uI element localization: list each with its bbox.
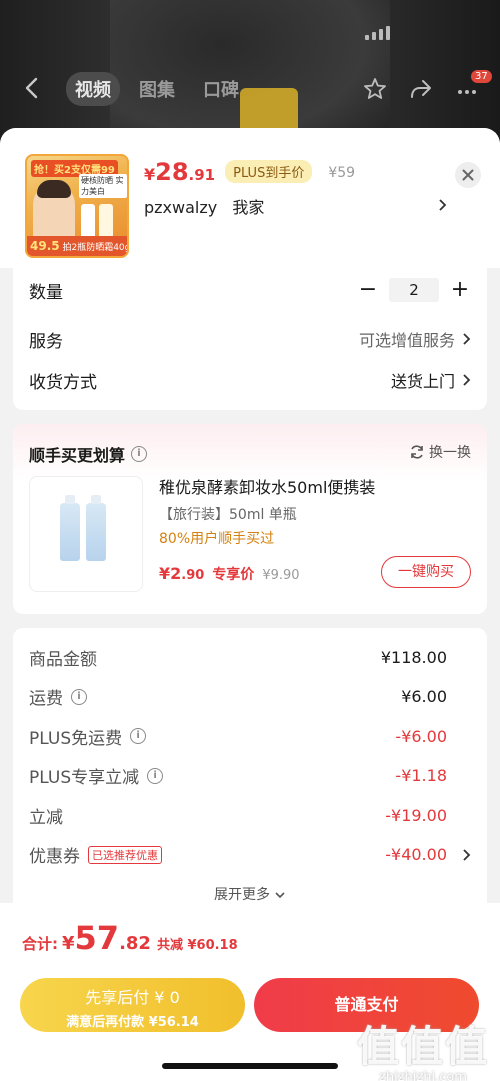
back-arrow-icon[interactable] — [22, 76, 42, 100]
tab-video[interactable]: 视频 — [66, 72, 120, 106]
summary-row: PLUS专享立减 i -¥1.18 — [29, 764, 471, 788]
summary-row: 运费 i ¥6.00 — [29, 685, 471, 709]
summary-value: -¥6.00 — [395, 726, 447, 746]
signal-icon — [365, 26, 390, 40]
total-saved: 共减 ¥60.18 — [156, 938, 238, 953]
bottle-shape — [60, 495, 80, 561]
thumb-feature: 硬核防晒 实力美白 — [79, 174, 127, 198]
price-integer: 28 — [155, 158, 189, 186]
summary-row: 立减 -¥19.00 — [29, 803, 471, 828]
add-on-product-name[interactable]: 稚优泉酵素卸妆水50ml便携装 — [159, 474, 375, 498]
summary-label: 运费 — [29, 689, 63, 709]
tab-gallery[interactable]: 图集 — [130, 72, 184, 106]
summary-value: -¥19.00 — [385, 805, 447, 825]
close-icon[interactable] — [455, 162, 481, 188]
delivery-row[interactable]: 收货方式 送货上门 — [29, 368, 471, 393]
checkout-bar: 合计: ¥ 57 .82 共减 ¥60.18 先享后付 ¥ 0 满意后再付款 ¥… — [0, 903, 500, 1081]
product-thumbnail[interactable]: 抢！买2支仅需99 硬核防晒 实力美白 49.5 拍2瓶防晒霜40g — [25, 154, 129, 258]
shop-suffix: 我家 — [232, 198, 265, 217]
thumb-bottom-banner: 49.5 拍2瓶防晒霜40g — [27, 236, 127, 256]
original-price: ¥59 — [328, 165, 356, 181]
star-icon[interactable] — [362, 76, 388, 102]
product-header: 抢！买2支仅需99 硬核防晒 实力美白 49.5 拍2瓶防晒霜40g ¥ 28 … — [0, 128, 500, 268]
summary-value: ¥118.00 — [380, 647, 447, 667]
share-icon[interactable] — [408, 76, 434, 102]
quantity-stepper: − 2 + — [357, 278, 471, 302]
thumb-person — [33, 180, 75, 242]
options-card: 数量 − 2 + 服务 可选增值服务 收货方式 送货上门 — [13, 268, 487, 410]
add-on-product-image[interactable] — [29, 476, 143, 592]
chevron-right-icon — [439, 199, 447, 211]
summary-row[interactable]: 优惠券 已选推荐优惠 -¥40.00 — [29, 843, 471, 867]
summary-label: 立减 — [29, 807, 63, 828]
shop-name: pzxwalzy — [144, 198, 218, 217]
info-icon[interactable]: i — [130, 728, 147, 744]
add-on-old-price: ¥9.90 — [262, 568, 300, 583]
coupon-tag: 已选推荐优惠 — [88, 845, 162, 864]
summary-value: ¥6.00 — [401, 687, 447, 706]
add-on-note: 80%用户顺手买过 — [159, 531, 275, 547]
summary-value: -¥1.18 — [395, 766, 447, 785]
quantity-input[interactable]: 2 — [389, 278, 439, 302]
pay-later-button[interactable]: 先享后付 ¥ 0 满意后再付款 ¥56.14 — [20, 978, 245, 1032]
add-on-card: 顺手买更划算 i 换一换 稚优泉酵素卸妆水50ml便携装 【旅行装】50ml 单… — [13, 424, 487, 614]
info-icon[interactable]: i — [71, 688, 87, 705]
thumb-tube — [99, 204, 113, 238]
expand-more-button[interactable]: 展开更多 — [13, 884, 487, 904]
summary-label: PLUS专享立减 — [29, 768, 140, 788]
summary-label: 商品金额 — [29, 649, 97, 670]
chevron-right-icon — [463, 333, 471, 345]
price-summary-card: 商品金额 ¥118.00 运费 i ¥6.00 PLUS免运费 i -¥6.00 PLUS专享立… — [13, 628, 487, 918]
service-row[interactable]: 服务 可选增值服务 — [29, 327, 471, 352]
tab-reviews[interactable]: 口碑 — [194, 72, 248, 106]
shop-row[interactable]: pzxwalzy 我家 — [144, 194, 264, 218]
decrease-button[interactable]: − — [357, 279, 379, 301]
price-decimal: .91 — [188, 166, 216, 184]
increase-button[interactable]: + — [449, 279, 471, 301]
service-label: 服务 — [29, 331, 63, 352]
home-indicator[interactable] — [162, 1063, 338, 1069]
more-badge: 37 — [471, 70, 492, 83]
summary-row: PLUS免运费 i -¥6.00 — [29, 724, 471, 749]
info-icon[interactable]: i — [131, 446, 148, 462]
summary-row: 商品金额 ¥118.00 — [29, 645, 471, 670]
watermark: 值值值 zhizhizhi.com — [356, 1022, 489, 1081]
plus-price-tag: PLUS到手价 — [225, 160, 313, 183]
add-on-price: ¥2.90 专享价 ¥9.90 — [159, 564, 300, 583]
quantity-row: 数量 − 2 + — [29, 278, 471, 303]
summary-label: PLUS免运费 — [29, 728, 123, 749]
price-row: ¥ 28 .91 PLUS到手价 ¥59 — [144, 158, 356, 186]
delivery-value: 送货上门 — [390, 372, 455, 391]
chevron-right-icon — [463, 374, 471, 386]
summary-value: -¥40.00 — [385, 845, 447, 864]
delivery-label: 收货方式 — [29, 372, 97, 393]
chevron-right-icon — [463, 848, 471, 861]
thumb-tube — [81, 204, 95, 238]
add-on-title: 顺手买更划算 i — [29, 442, 148, 466]
service-value: 可选增值服务 — [358, 331, 455, 350]
exclusive-price-label: 专享价 — [212, 567, 255, 583]
swap-button[interactable]: 换一换 — [409, 442, 471, 462]
total-price: 合计: ¥ 57 .82 共减 ¥60.18 — [22, 919, 238, 957]
chevron-down-icon — [275, 892, 285, 899]
one-click-buy-button[interactable]: 一键购买 — [381, 556, 471, 588]
refresh-icon — [411, 445, 423, 459]
media-tabs: 视频 图集 口碑 — [66, 72, 248, 106]
quantity-label: 数量 — [29, 282, 63, 303]
bottle-shape — [86, 495, 106, 561]
top-navbar: 视频 图集 口碑 37 — [0, 70, 500, 106]
summary-label: 优惠券 — [29, 847, 80, 867]
info-icon[interactable]: i — [147, 767, 164, 784]
add-on-spec: 【旅行装】50ml 单瓶 — [159, 507, 297, 523]
